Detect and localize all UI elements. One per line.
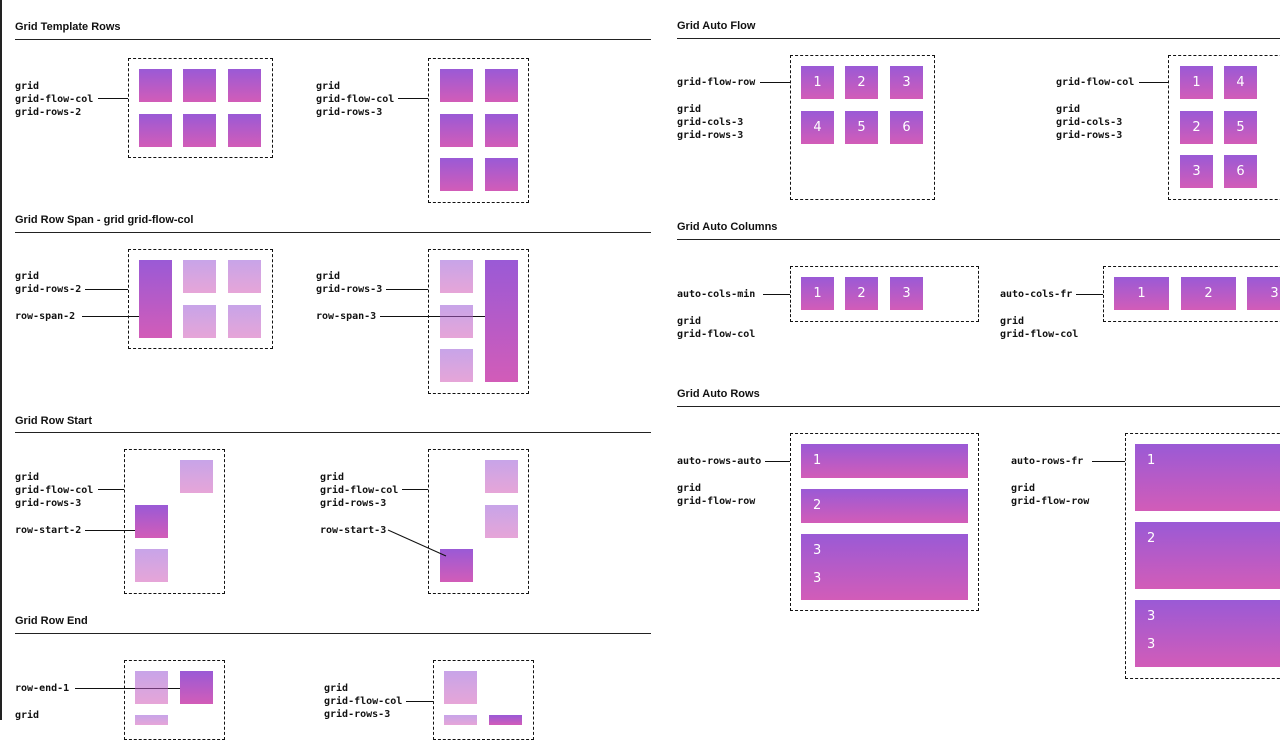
diagonal-connector	[387, 529, 447, 557]
connector-svg	[387, 529, 447, 557]
